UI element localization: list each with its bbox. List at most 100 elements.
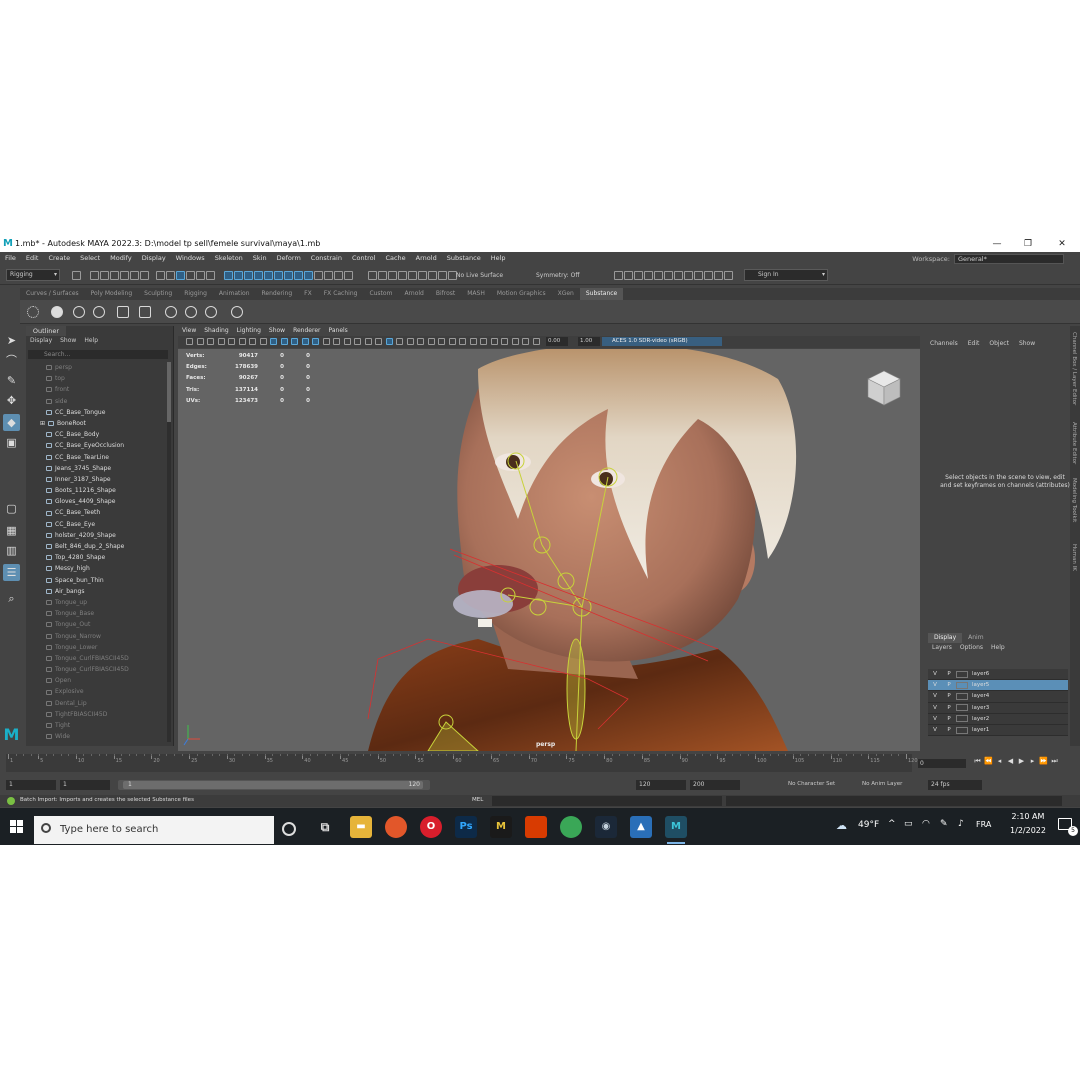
network-icon[interactable]: ▭ — [904, 819, 913, 829]
menu-windows[interactable]: Windows — [171, 252, 210, 265]
play-backward-icon[interactable]: ◀ — [1005, 757, 1016, 766]
menu-display[interactable]: Display — [137, 252, 171, 265]
status-tool-icon[interactable] — [684, 271, 693, 280]
time-slider[interactable]: 1 5 10 15 20 25 30 35 40 45 50 55 60 65 70 75 80 85 90 95 10… — [0, 751, 1080, 775]
outliner-item[interactable]: CC_Base_Eye — [26, 519, 166, 530]
weather-temp[interactable]: 49°F — [858, 820, 879, 830]
status-tool-icon[interactable] — [110, 271, 119, 280]
menu-skeleton[interactable]: Skeleton — [210, 252, 248, 265]
workspace-dropdown[interactable]: General* — [954, 253, 1064, 264]
layer-playback-toggle[interactable]: P — [942, 671, 956, 677]
four-view-icon[interactable]: ▦ — [3, 522, 20, 539]
status-tool-icon[interactable] — [254, 271, 263, 280]
side-tab-modeling-toolkit[interactable]: Modeling Toolkit — [1071, 478, 1077, 522]
viewport-tool-icon[interactable] — [364, 338, 372, 345]
shelf-tab-custom[interactable]: Custom — [363, 288, 398, 300]
gamma-field[interactable]: 1.00 — [578, 337, 600, 346]
viewport-tool-icon[interactable] — [217, 338, 225, 345]
layer-color-swatch[interactable] — [956, 715, 968, 723]
menu-help[interactable]: Help — [486, 252, 511, 265]
outliner-item[interactable]: Messy_high — [26, 563, 166, 574]
status-tool-icon[interactable] — [140, 271, 149, 280]
menu-edit[interactable]: Edit — [21, 252, 44, 265]
status-tool-icon[interactable] — [130, 271, 139, 280]
paint-select-icon[interactable]: ✎ — [3, 372, 20, 389]
viewport-tool-icon[interactable] — [459, 338, 466, 345]
status-tool-icon[interactable] — [654, 271, 663, 280]
substance-scan-icon[interactable] — [73, 306, 85, 318]
outliner-menu-display[interactable]: Display — [30, 337, 52, 344]
menu-skin[interactable]: Skin — [248, 252, 272, 265]
outliner-item[interactable]: Tongue_Narrow — [26, 631, 166, 642]
status-tool-icon[interactable] — [120, 271, 129, 280]
viewport-tool-icon[interactable] — [522, 338, 529, 345]
shelf-tab-fx[interactable]: FX — [298, 288, 318, 300]
substance-import-icon[interactable] — [139, 306, 151, 318]
status-tool-icon[interactable] — [72, 271, 81, 280]
layer-playback-toggle[interactable]: P — [942, 693, 956, 699]
outliner-item[interactable]: top — [26, 373, 166, 384]
status-tool-icon[interactable] — [724, 271, 733, 280]
status-tool-icon[interactable] — [274, 271, 283, 280]
outliner-item[interactable]: Air_bangs — [26, 586, 166, 597]
status-tool-icon[interactable] — [324, 271, 333, 280]
status-tool-icon[interactable] — [398, 271, 407, 280]
outliner-tab[interactable]: Outliner — [26, 326, 66, 336]
layer-row[interactable]: V Player5 — [928, 680, 1068, 692]
side-tab-attribute-editor[interactable]: Attribute Editor — [1071, 422, 1077, 464]
substance-s2-icon[interactable] — [185, 306, 197, 318]
outliner-item[interactable]: holster_4209_Shape — [26, 530, 166, 541]
status-tool-icon[interactable] — [378, 271, 387, 280]
outliner-layout-icon[interactable]: ☰ — [3, 564, 20, 581]
layer-menu-options[interactable]: Options — [960, 644, 983, 651]
outliner-item[interactable]: Tongue_Base — [26, 608, 166, 619]
status-tool-icon[interactable] — [368, 271, 377, 280]
outliner-item[interactable]: Space_bun_Thin — [26, 575, 166, 586]
layer-visibility-toggle[interactable]: V — [928, 716, 942, 722]
fps-dropdown[interactable]: 24 fps — [928, 780, 982, 790]
outliner-item[interactable]: Open — [26, 675, 166, 686]
shelf-tab-animation[interactable]: Animation — [213, 288, 256, 300]
menuset-dropdown[interactable]: Rigging ▾ — [6, 269, 60, 281]
layer-color-swatch[interactable] — [956, 670, 968, 678]
menu-control[interactable]: Control — [347, 252, 381, 265]
layer-menu-help[interactable]: Help — [991, 644, 1005, 651]
outliner-item[interactable]: persp — [26, 362, 166, 373]
outliner-item[interactable]: side — [26, 396, 166, 407]
side-tab-channel-box-layer-editor[interactable]: Channel Box / Layer Editor — [1071, 332, 1077, 405]
viewport-tool-icon[interactable] — [301, 338, 309, 345]
two-view-icon[interactable]: ▥ — [3, 542, 20, 559]
substance-target-icon[interactable] — [93, 306, 105, 318]
steam-icon[interactable]: ◉ — [595, 816, 617, 838]
viewport-tool-icon[interactable] — [186, 338, 193, 345]
viewport-tool-icon[interactable] — [354, 338, 361, 345]
outliner-item[interactable]: Jeans_3745_Shape — [26, 463, 166, 474]
select-tool-icon[interactable]: ➤ — [3, 332, 20, 349]
viewport-tool-icon[interactable] — [406, 338, 414, 345]
viewport-menu-view[interactable]: View — [182, 326, 196, 335]
outliner-item[interactable]: ⊞ BoneRoot — [26, 418, 166, 429]
status-tool-icon[interactable] — [634, 271, 643, 280]
viewport-menu-renderer[interactable]: Renderer — [293, 326, 320, 335]
viewport-tool-icon[interactable] — [228, 338, 235, 345]
status-tool-icon[interactable] — [408, 271, 417, 280]
rotate-tool-icon[interactable]: ◆ — [3, 414, 20, 431]
status-tool-icon[interactable] — [624, 271, 633, 280]
sign-in-dropdown[interactable]: Sign In ▾ — [744, 269, 828, 281]
status-tool-icon[interactable] — [284, 271, 293, 280]
pen-icon[interactable]: ✎ — [940, 819, 948, 829]
status-tool-icon[interactable] — [438, 271, 447, 280]
move-tool-icon[interactable]: ✥ — [3, 392, 20, 409]
layer-color-swatch[interactable] — [956, 726, 968, 734]
viewport-tool-icon[interactable] — [280, 338, 288, 345]
viewport-3d[interactable]: Verts: 90417 0 0 Edges: 178639 0 0 Faces: 90267 0 0… — [178, 349, 920, 751]
shelf-tab-arnold[interactable]: Arnold — [398, 288, 429, 300]
shelf-tab-curves-surfaces[interactable]: Curves / Surfaces — [20, 288, 85, 300]
outliner-item[interactable]: Inner_3187_Shape — [26, 474, 166, 485]
viewport-menu-lighting[interactable]: Lighting — [237, 326, 261, 335]
shelf-tab-sculpting[interactable]: Sculpting — [138, 288, 178, 300]
side-tab-human-ik[interactable]: Human IK — [1071, 544, 1077, 571]
shelf-tab-poly-modeling[interactable]: Poly Modeling — [85, 288, 139, 300]
viewport-menu-panels[interactable]: Panels — [328, 326, 347, 335]
wifi-icon[interactable]: ◠ — [922, 819, 930, 829]
